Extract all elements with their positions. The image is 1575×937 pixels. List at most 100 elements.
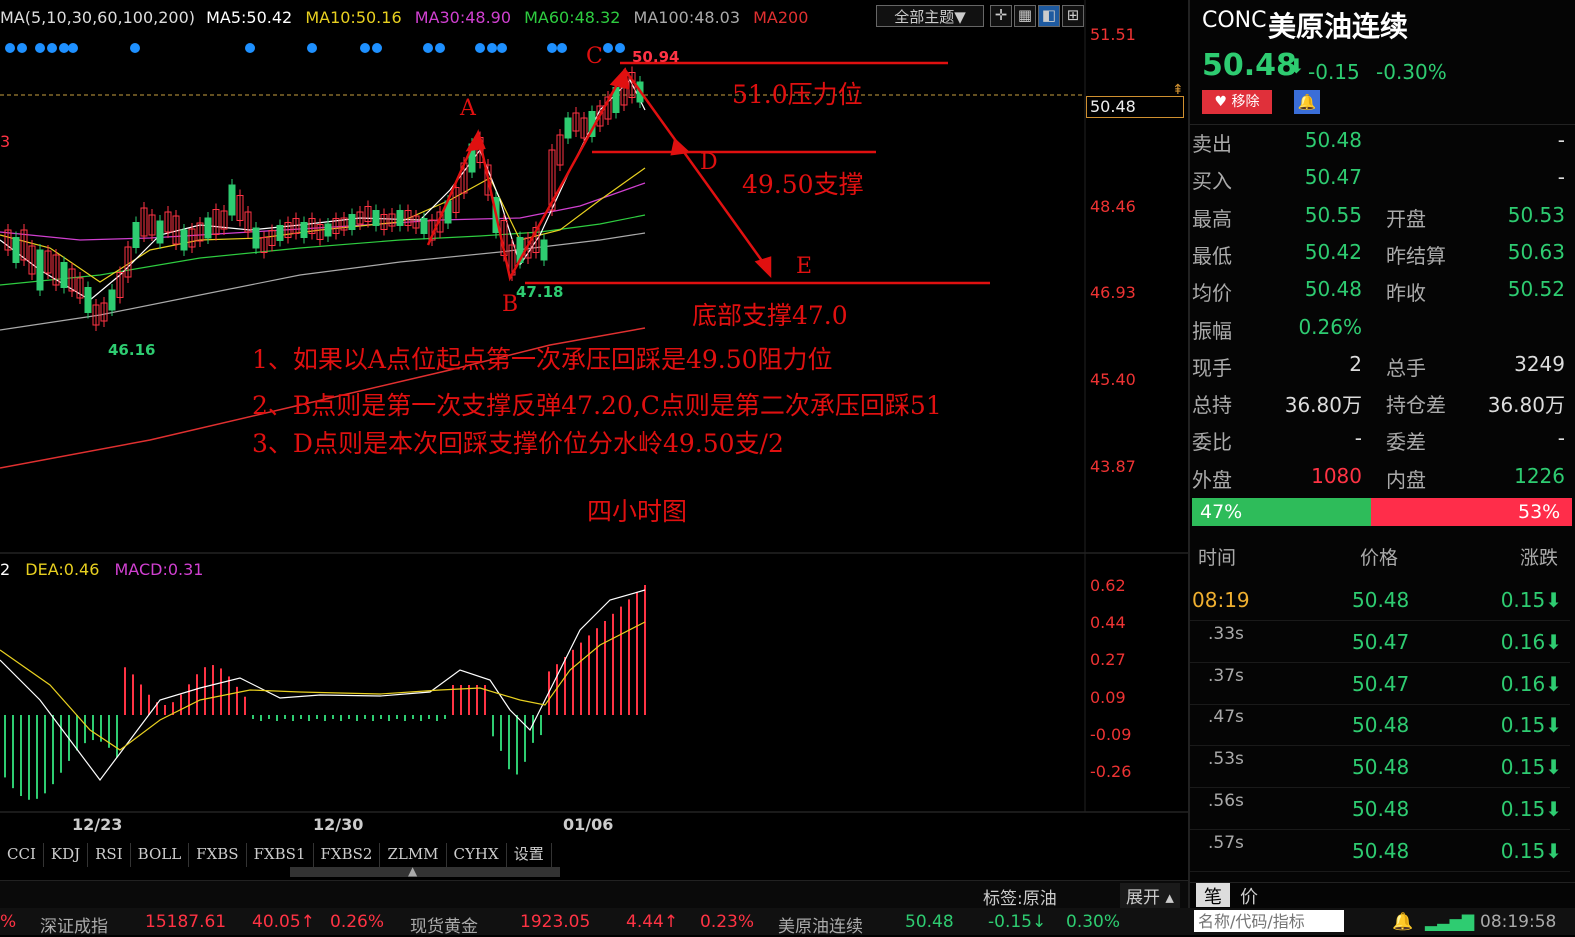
date-axis-label: 01/06 — [563, 815, 614, 834]
tick-price: 50.48 — [1352, 755, 1410, 780]
horizontal-scrollbar[interactable] — [290, 867, 560, 877]
scroll-up-icon[interactable]: ▲ — [408, 864, 417, 878]
crosshair-icon[interactable]: ✛ — [990, 5, 1012, 27]
candle-body — [420, 218, 428, 234]
candle-body — [396, 210, 404, 226]
quote-panel: CONC 美原油连续 50.48 ⬇ -0.15 -0.30% ♥ 移除 🔔 卖… — [1188, 0, 1575, 935]
stat-value: 3249 — [1514, 351, 1565, 376]
note-1: 1、如果以A点位起点第一次承压回踩是49.50阻力位 — [252, 345, 833, 374]
tick-change: 0.15⬇ — [1500, 838, 1562, 863]
remove-favorite-button[interactable]: ♥ 移除 — [1202, 90, 1272, 114]
index2-name[interactable]: 现货黄金 — [410, 912, 478, 937]
tab-cci[interactable]: CCI — [0, 843, 44, 867]
tick-tabs: 笔 价 — [1190, 882, 1575, 909]
tab-fxbs2[interactable]: FXBS2 — [314, 843, 381, 867]
stat-value: 2 — [1349, 351, 1362, 376]
signal-dots — [5, 43, 625, 53]
stat-value: 1080 — [1311, 463, 1362, 488]
tick-time: .53s — [1208, 749, 1244, 770]
tick-change: 0.15⬇ — [1500, 797, 1562, 821]
grid-icon[interactable]: ▦ — [1014, 5, 1036, 27]
stat-label: 均价 — [1192, 281, 1232, 306]
tab-fxbs[interactable]: FXBS — [189, 843, 247, 867]
index1-name[interactable]: 深证成指 — [40, 912, 108, 937]
tab-cyhx[interactable]: CYHX — [447, 843, 507, 867]
stat-value: 36.80万 — [1284, 393, 1362, 418]
candle-body — [84, 287, 92, 313]
stat-value: 50.47 — [1304, 165, 1362, 190]
stat-value: 50.48 — [1304, 128, 1362, 152]
index2-value: 1923.05 — [520, 912, 591, 932]
tab-kdj[interactable]: KDJ — [44, 843, 89, 867]
candle-body — [36, 249, 44, 291]
chart-layout-icon[interactable]: ◧ — [1038, 5, 1060, 27]
index3-name[interactable]: 美原油连续 — [778, 912, 863, 937]
quote-stat-row: 外盘 1080 内盘 1226 — [1190, 464, 1575, 500]
quote-stat-row: 最低 50.42 昨结算 50.63 — [1190, 240, 1575, 276]
price-axis-label: 43.87 — [1090, 457, 1136, 476]
remove-label: 移除 — [1231, 94, 1260, 110]
ma100-line — [0, 232, 646, 331]
stat-value: 50.53 — [1507, 202, 1565, 227]
heart-icon: ♥ — [1214, 94, 1232, 110]
stat-label: 持仓差 — [1386, 393, 1446, 418]
candle-body — [348, 214, 356, 230]
macd-axis-label: -0.26 — [1090, 762, 1132, 781]
tab-rsi[interactable]: RSI — [88, 843, 131, 867]
symbol-name: 美原油连续 — [1268, 10, 1409, 43]
ma30-value: MA30:48.90 — [414, 8, 512, 27]
tick-row: .57s 50.48 0.15⬇ — [1190, 831, 1570, 872]
symbol-code: CONC — [1202, 8, 1267, 33]
price-axis-label: 48.46 — [1090, 197, 1136, 216]
tick-time: .47s — [1208, 707, 1244, 728]
expand-button[interactable]: 展开 ▴ — [1120, 883, 1180, 908]
tick-price: 50.47 — [1352, 671, 1410, 696]
candle-body — [228, 184, 236, 216]
candle-body — [204, 217, 212, 239]
ma-params: MA(5,10,30,60,100,200) — [0, 8, 195, 27]
candle-body — [156, 220, 164, 244]
point-b-label: B — [502, 292, 519, 317]
tick-row: .37s 50.47 0.16⬇ — [1190, 664, 1570, 705]
tick-header-price: 价格 — [1360, 547, 1399, 569]
bottom-support-annotation: 底部支撑47.0 — [692, 301, 848, 330]
search-input[interactable] — [1194, 910, 1344, 932]
quote-stat-row: 现手 2 总手 3249 — [1190, 352, 1575, 388]
tab-price[interactable]: 价 — [1240, 883, 1258, 909]
stat-label: 昨收 — [1386, 281, 1426, 306]
tick-change: 0.16⬇ — [1500, 629, 1562, 654]
buy-sell-ratio-bar: 47% 53% — [1192, 498, 1572, 526]
theme-dropdown[interactable]: 全部主题▼ — [876, 5, 984, 27]
tab-boll[interactable]: BOLL — [131, 843, 190, 867]
current-price-tag: 50.48 — [1086, 96, 1184, 118]
stat-label: 买入 — [1192, 169, 1232, 194]
price-pointer-icon: ⇞ — [1172, 82, 1184, 98]
stat-label: 委差 — [1386, 430, 1426, 455]
stat-label: 昨结算 — [1386, 243, 1446, 268]
tick-price: 50.47 — [1352, 629, 1410, 654]
stat-label: 委比 — [1192, 430, 1232, 455]
tag-label: 标签:原油 — [983, 889, 1057, 909]
partial-label: 3 — [0, 132, 11, 151]
bell-icon[interactable]: 🔔 — [1294, 90, 1320, 114]
ma100-value: MA100:48.03 — [633, 8, 741, 27]
low-label: 46.16 — [108, 341, 156, 359]
index1-value: 15187.61 — [145, 912, 227, 932]
ma200-value: MA200 — [753, 8, 809, 27]
tab-fxbs1[interactable]: FXBS1 — [247, 843, 314, 867]
kline-chart-area[interactable]: MA(5,10,30,60,100,200) MA5:50.42 MA10:50… — [0, 0, 1188, 880]
alert-bell-icon[interactable]: 🔔 — [1392, 912, 1413, 932]
stat-value: 50.48 — [1304, 277, 1362, 302]
quote-stat-row: 委比 - 委差 - — [1190, 426, 1575, 462]
tab-ticks[interactable]: 笔 — [1196, 883, 1230, 908]
tick-time: 08:19 — [1192, 588, 1250, 612]
candle-body — [564, 117, 572, 139]
price-axis-label: 51.51 — [1090, 25, 1136, 44]
stat-value: 50.52 — [1507, 277, 1565, 302]
clock: 08:19:58 — [1480, 912, 1557, 932]
stat-value: - — [1557, 426, 1565, 451]
tab-settings[interactable]: 设置 — [507, 843, 552, 867]
tick-header-change: 涨跌 — [1520, 547, 1559, 569]
split-view-icon[interactable]: ⊞ — [1062, 5, 1084, 27]
candle-body — [12, 237, 20, 263]
